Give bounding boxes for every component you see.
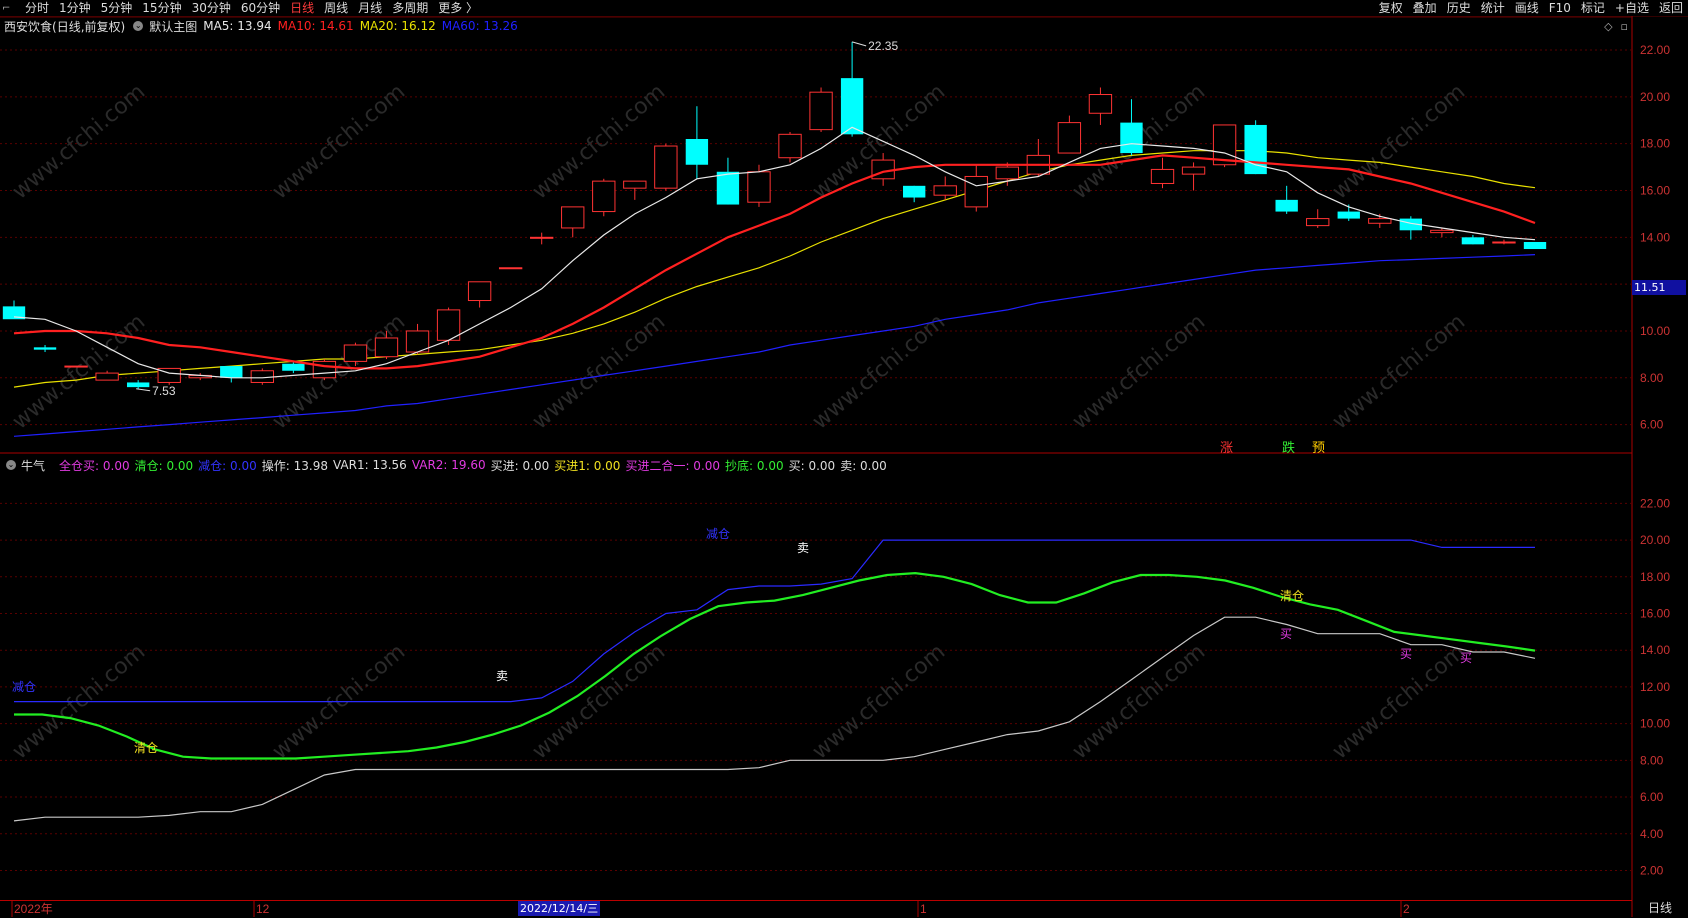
sub-axis-label: 22.00 [1640,496,1670,510]
candle-body [1150,168,1175,184]
candle-body [685,139,709,165]
watermark: www.cfchi.com [808,639,950,764]
sub-signal-label-7: 买 [1400,647,1412,661]
sub-signal-label-8: 买 [1460,651,1472,665]
sub-axis-label: 18.00 [1640,570,1670,584]
candle-body [1430,229,1454,234]
ma60-line [13,254,1536,437]
price-axis-label: 16.00 [1640,184,1670,198]
period-badge: 日线 [1647,901,1672,915]
candle-body [95,372,119,381]
price-axis-label: 10.00 [1640,324,1670,338]
watermark: www.cfchi.com [1328,79,1470,204]
signal-marker-2: 预 [1312,441,1325,456]
sub-signal-label-5: 清仓 [1280,589,1304,603]
high-price-label: 22.35 [868,39,898,53]
candle-body [964,175,988,208]
watermark: www.cfchi.com [1328,639,1470,764]
signal-marker-1: 跌 [1282,440,1295,456]
sub-axis-label: 20.00 [1640,533,1670,547]
candle-body [282,363,305,371]
candle-body [747,171,771,203]
watermark: www.cfchi.com [1068,639,1210,764]
candle-body [1120,122,1143,154]
watermark: www.cfchi.com [8,79,150,204]
kline-chart[interactable]: 22.00 20.00 18.00 16.00 14.00 10.00 8.00 6.00 22… [0,0,1688,917]
candle-body [654,145,678,189]
candle-body [903,185,926,198]
sub-axis-label: 2.00 [1640,863,1664,877]
candle-body [1057,122,1082,154]
price-axis-label: 6.00 [1640,418,1664,432]
candle-body [1492,241,1516,244]
price-axis-label: 14.00 [1640,230,1670,244]
cursor-date: 2022/12/14/三 [518,901,601,916]
candle-body [871,159,895,180]
candle-body [126,382,150,388]
candle-body [1368,218,1392,224]
candle-body [343,344,368,362]
watermark: www.cfchi.com [1328,309,1470,434]
candle-body [1275,199,1298,212]
watermark: www.cfchi.com [1068,309,1210,434]
candle-body [1088,94,1113,114]
candle-body [530,236,554,239]
sub-axis-label: 6.00 [1640,790,1664,804]
sub-signal-label-2: 卖 [496,669,508,683]
watermark: www.cfchi.com [268,79,410,204]
sub-axis-label: 4.00 [1640,827,1664,841]
candle-body [33,347,57,350]
price-axis-label: 8.00 [1640,371,1664,385]
sub-signal-label-0: 减仓 [12,680,36,694]
low-price-label: 7.53 [152,384,176,398]
sub-axis-label: 12.00 [1640,680,1670,694]
sub-white-line [13,616,1536,822]
sub-axis-label: 8.00 [1640,753,1664,767]
date-axis-bar [0,900,1632,918]
candle-body [1181,166,1206,175]
candle-body [933,185,957,196]
candle-body [592,180,616,213]
sub-signal-label-1: 清仓 [134,741,158,755]
candle-body [623,180,647,189]
candle-body [467,281,492,302]
candle-body [716,171,740,205]
price-axis-label: 20.00 [1640,90,1670,104]
ma5-line [13,126,1536,379]
watermark: www.cfchi.com [808,309,950,434]
last-price-label: 11.51 [1632,280,1686,295]
watermark: www.cfchi.com [8,309,150,434]
price-axis-label: 18.00 [1640,137,1670,151]
sub-axis-label: 16.00 [1640,606,1670,620]
sub-signal-label-3: 减仓 [706,527,730,541]
candle-body [1461,237,1485,245]
candle-body [561,206,585,229]
candle-body [374,337,399,358]
sub-axis-label: 10.00 [1640,717,1670,731]
candle-body [220,366,243,378]
candle-body [498,267,523,270]
signal-marker-0: 涨 [1220,441,1233,456]
price-axis-label: 22.00 [1640,43,1670,57]
watermark: www.cfchi.com [528,309,670,434]
candle-body [1306,218,1330,227]
sub-axis-label: 14.00 [1640,643,1670,657]
candle-body [1337,211,1360,219]
sub-signal-label-6: 买 [1280,627,1292,641]
candle-body [809,91,833,131]
sub-green-line [14,571,1536,760]
candle-body [1523,242,1547,250]
candle-body [778,133,802,159]
candle-body [64,365,88,368]
high-pointer [851,41,867,47]
candle-body [995,166,1019,180]
low-pointer [136,388,151,392]
candle-body [840,78,864,135]
sub-signal-label-4: 卖 [797,541,809,555]
sub-blue-line [14,539,1535,703]
